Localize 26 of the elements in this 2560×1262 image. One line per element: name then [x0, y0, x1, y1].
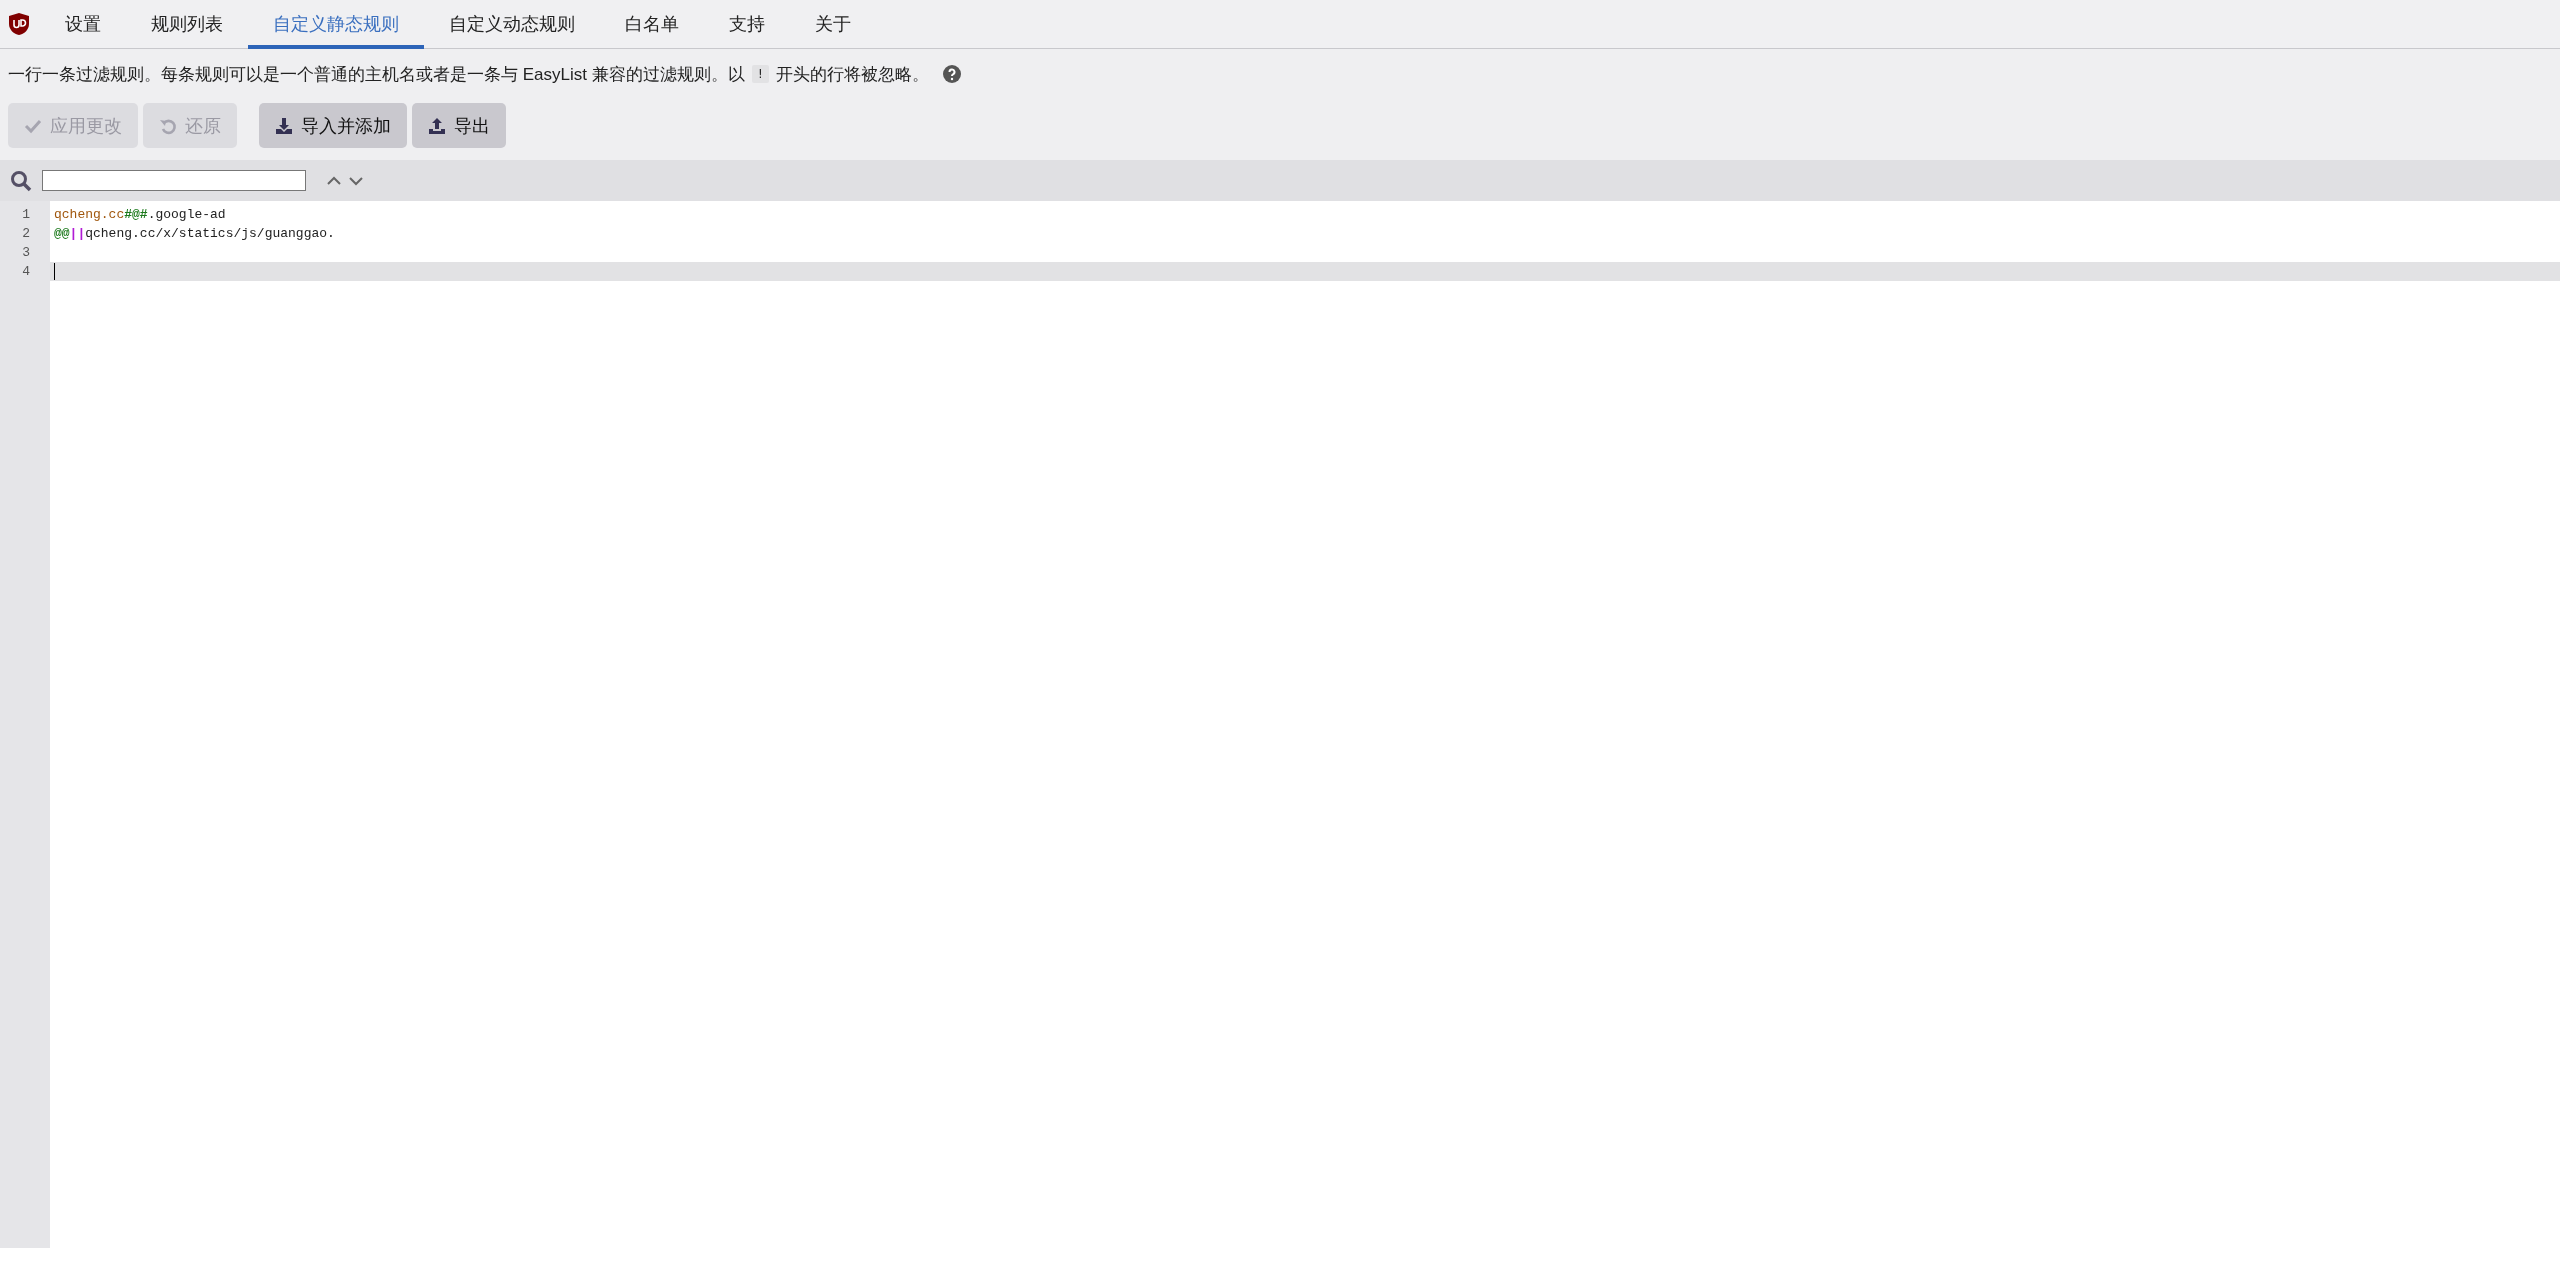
tab[interactable]: 关于	[790, 0, 876, 49]
code-line: qcheng.cc#@#.google-ad	[54, 207, 226, 222]
chevron-down-icon[interactable]	[348, 174, 364, 187]
tab[interactable]: 设置	[40, 0, 126, 49]
tab[interactable]: 支持	[704, 0, 790, 49]
upload-icon	[428, 116, 446, 135]
tab[interactable]: 白名单	[600, 0, 704, 49]
tab[interactable]: 规则列表	[126, 0, 248, 49]
line-number: 3	[21, 244, 31, 262]
line-number: 1	[21, 206, 31, 224]
description-text: 开头的行将被忽略。	[775, 63, 929, 86]
inline-code: !	[751, 65, 769, 83]
search-icon	[10, 169, 32, 192]
toolbar-button[interactable]: 导出	[412, 103, 506, 148]
text-cursor	[54, 263, 55, 281]
description-text: 一行一条过滤规则。每条规则可以是一个普通的主机名或者是一条与 EasyList 兼容的过滤规则。以	[8, 63, 745, 86]
code-line: @@||qcheng.cc/x/statics/js/guanggao.	[54, 226, 335, 241]
search-field[interactable]	[42, 170, 306, 191]
download-icon	[275, 116, 293, 135]
help-icon[interactable]	[942, 65, 961, 83]
line-number: 4	[21, 263, 31, 281]
chevron-up-icon[interactable]	[326, 174, 342, 187]
toolbar-button[interactable]: 导入并添加	[259, 103, 407, 148]
shield-logo-icon	[8, 12, 30, 36]
tab[interactable]: 自定义动态规则	[424, 0, 600, 49]
line-number: 2	[21, 225, 31, 243]
